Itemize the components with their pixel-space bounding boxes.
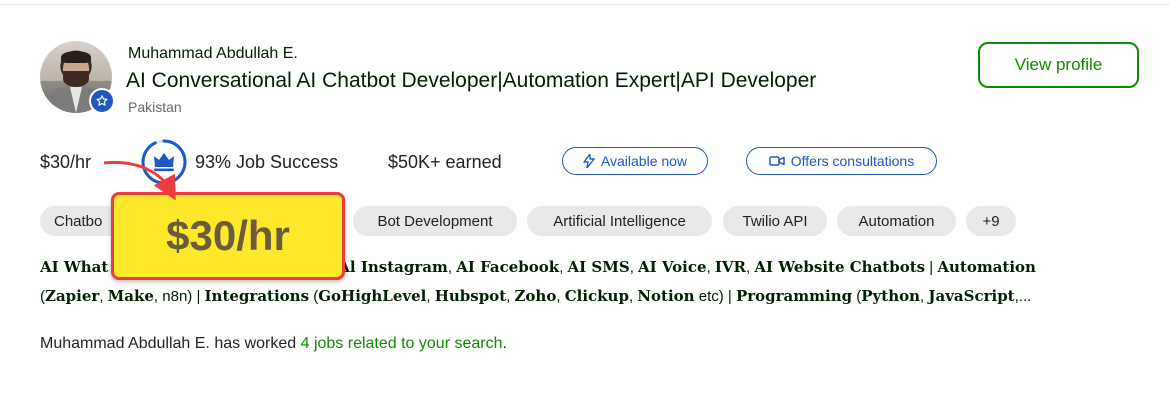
skill-chip-more[interactable]: +9 xyxy=(966,206,1016,236)
related-jobs-suffix: . xyxy=(502,335,507,352)
bio-segment: Zoho xyxy=(514,287,557,305)
related-jobs-note: Muhammad Abdullah E. has worked 4 jobs r… xyxy=(40,335,507,353)
related-jobs-prefix: Muhammad Abdullah E. has worked xyxy=(40,335,297,352)
bio-segment: , xyxy=(153,288,163,305)
top-divider xyxy=(0,0,1170,5)
available-now-badge[interactable]: Available now xyxy=(562,147,708,175)
skill-chip-bot-development[interactable]: Bot Development xyxy=(353,206,517,236)
bio-segment: , xyxy=(706,259,715,276)
bio-segment: IVR xyxy=(714,258,747,276)
related-jobs-link[interactable]: 4 jobs related to your search xyxy=(301,335,503,352)
job-success-score: 93% Job Success xyxy=(195,152,339,172)
video-camera-icon xyxy=(769,156,785,166)
job-success-badge-icon xyxy=(141,139,187,185)
bio-segment: Make xyxy=(107,287,154,305)
bio-segment: Python xyxy=(861,287,921,305)
bio-segment: AI What xyxy=(40,258,109,276)
bio-segment: Integrations xyxy=(204,287,310,305)
bio-segment: etc) | xyxy=(694,288,736,305)
bio-segment: ( xyxy=(309,288,319,305)
bio-segment: n8n xyxy=(162,288,188,305)
total-earned: $50K+ earned xyxy=(388,152,502,172)
bio-segment: , xyxy=(629,259,639,276)
bio-segment: Hubspot xyxy=(434,287,507,305)
bio-segment: Programming xyxy=(735,287,853,305)
bio-segment: Automation xyxy=(937,258,1036,276)
skill-chip-artificial-intelligence[interactable]: Artificial Intelligence xyxy=(527,206,712,236)
bio-segment: | xyxy=(925,259,938,276)
bio-segment: Clickup xyxy=(564,287,629,305)
bio-segment: AI Voice xyxy=(638,258,707,276)
bio-segment: AI Website Chatbots xyxy=(754,258,926,276)
bio-segment: GoHighLevel xyxy=(318,287,427,305)
offers-consultations-label: Offers consultations xyxy=(790,153,915,169)
bio-segment: Al Instagram xyxy=(338,258,448,276)
view-profile-button[interactable]: View profile xyxy=(978,42,1139,88)
bio-segment: , xyxy=(447,259,457,276)
bio-segment: Notion xyxy=(637,287,695,305)
verified-badge-icon xyxy=(89,88,115,114)
skill-chip-automation[interactable]: Automation xyxy=(837,206,956,236)
offers-consultations-badge[interactable]: Offers consultations xyxy=(746,147,937,175)
rate-callout: $30/hr xyxy=(111,192,345,280)
bio-segment: ,... xyxy=(1014,288,1032,305)
bio-segment: ( xyxy=(852,288,862,305)
bio-segment: , xyxy=(426,288,435,305)
bio-segment: JavaScript xyxy=(928,287,1015,305)
bio-segment: AI Facebook xyxy=(456,258,560,276)
bio-segment: AI SMS xyxy=(567,258,630,276)
bio-segment: , xyxy=(559,259,568,276)
bio-segment: Zapier xyxy=(45,287,100,305)
skill-chip-twilio-api[interactable]: Twilio API xyxy=(723,206,827,236)
lightning-icon xyxy=(583,154,595,168)
bio-segment: , xyxy=(99,288,108,305)
bio-segment: ) | xyxy=(187,288,205,305)
freelancer-country: Pakistan xyxy=(128,99,182,115)
freelancer-title[interactable]: AI Conversational AI Chatbot Developer|A… xyxy=(126,69,816,93)
freelancer-name[interactable]: Muhammad Abdullah E. xyxy=(128,45,298,63)
bio-segment: , xyxy=(556,288,565,305)
bio-line-2: (Zapier, Make, n8n) | Integrations (GoHi… xyxy=(40,282,1130,311)
hourly-rate: $30/hr xyxy=(40,152,92,172)
available-now-label: Available now xyxy=(600,153,688,169)
